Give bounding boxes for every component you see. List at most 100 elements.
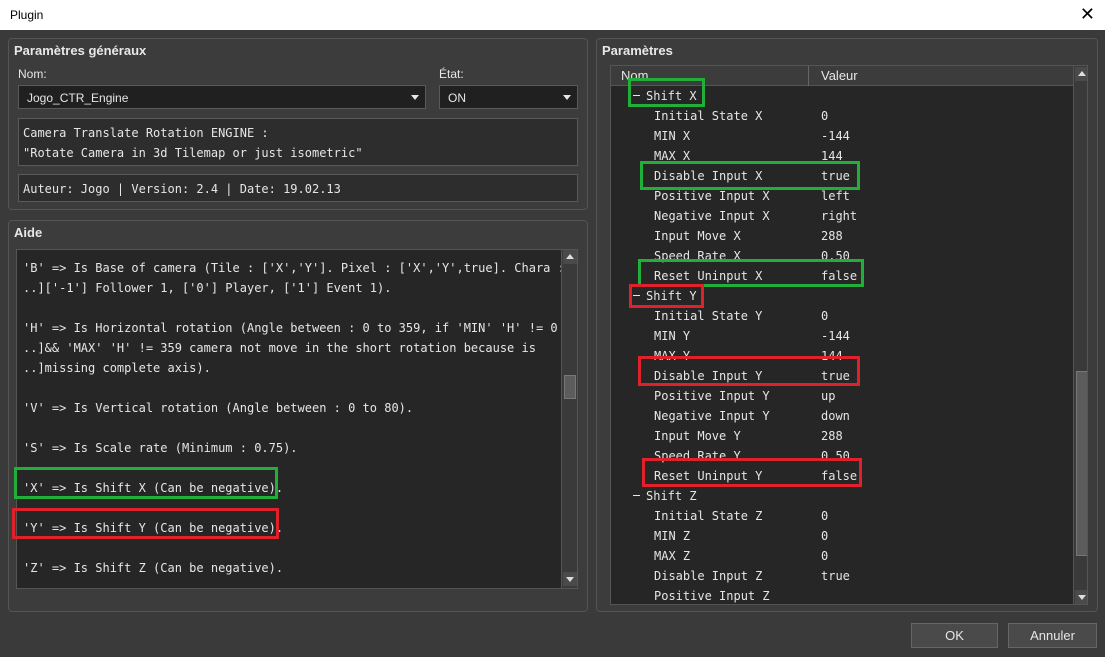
tree-param-row[interactable]: MIN Z 0 [611, 526, 1073, 546]
param-name: Speed Rate Y [654, 449, 741, 463]
tree-param-row[interactable]: Disable Input Y true [611, 366, 1073, 386]
tree-param-row[interactable]: Initial State Y 0 [611, 306, 1073, 326]
plugin-name-select[interactable]: Jogo_CTR_Engine [18, 85, 426, 109]
param-name: Initial State X [654, 109, 763, 123]
param-value: down [821, 409, 850, 423]
param-name: Reset Uninput X [654, 269, 763, 283]
tree-param-row[interactable]: MAX Z 0 [611, 546, 1073, 566]
plugin-state-value: ON [448, 91, 466, 105]
tree-param-row[interactable]: Negative Input X right [611, 206, 1073, 226]
help-line: ..]['-1'] Follower 1, ['0'] Player, ['1'… [23, 281, 392, 295]
parameters-title: Paramètres [602, 43, 673, 58]
param-name: Initial State Y [654, 309, 763, 323]
help-line: 'S' => Is Scale rate (Minimum : 0.75). [23, 441, 298, 455]
tree-param-row[interactable]: Input Move X 288 [611, 226, 1073, 246]
param-name: MAX X [654, 149, 691, 163]
param-value: true [821, 169, 850, 183]
tree-param-row[interactable]: Initial State X 0 [611, 106, 1073, 126]
collapse-icon[interactable] [633, 492, 640, 499]
tree-group-row[interactable]: Shift Z [611, 486, 1073, 506]
param-name: Shift Y [646, 289, 697, 303]
tree-param-row[interactable]: MIN Y -144 [611, 326, 1073, 346]
help-horizontal-scrollbar[interactable] [17, 588, 577, 589]
scroll-down-button[interactable] [1075, 590, 1087, 604]
param-value: 0 [821, 509, 829, 523]
plugin-name-value: Jogo_CTR_Engine [27, 91, 129, 105]
collapse-icon[interactable] [633, 92, 640, 99]
param-value: -144 [821, 129, 850, 143]
help-line [23, 498, 558, 518]
scroll-up-button[interactable] [563, 250, 577, 264]
close-icon[interactable]: ✕ [1080, 4, 1095, 24]
tree-param-row[interactable]: Positive Input Z [611, 586, 1073, 604]
collapse-icon[interactable] [633, 292, 640, 299]
tree-param-row[interactable]: Reset Uninput X false [611, 266, 1073, 286]
tree-param-row[interactable]: MAX Y 144 [611, 346, 1073, 366]
parameters-vertical-scrollbar[interactable] [1073, 66, 1087, 604]
state-label: État: [439, 67, 464, 81]
tree-param-row[interactable]: Reset Uninput Y false [611, 466, 1073, 486]
column-header-name[interactable]: Nom [621, 68, 648, 83]
name-label: Nom: [18, 67, 47, 81]
chevron-down-icon [411, 95, 419, 100]
param-value: 288 [821, 229, 843, 243]
tree-param-row[interactable]: Disable Input X true [611, 166, 1073, 186]
tree-param-row[interactable]: MIN X -144 [611, 126, 1073, 146]
help-line [23, 378, 558, 398]
param-name: Input Move Y [654, 429, 741, 443]
tree-param-row[interactable]: Speed Rate Y 0.50 [611, 446, 1073, 466]
column-separator[interactable] [808, 66, 809, 86]
plugin-author-info: Auteur: Jogo | Version: 2.4 | Date: 19.0… [18, 174, 578, 202]
param-value: false [821, 269, 858, 283]
param-name: Shift Z [646, 489, 697, 503]
help-title: Aide [14, 225, 43, 240]
tree-group-row[interactable]: Shift Y [611, 286, 1073, 306]
column-header-value[interactable]: Valeur [821, 68, 858, 83]
param-value: 0.50 [821, 249, 850, 263]
param-value: true [821, 569, 850, 583]
tree-param-row[interactable]: Speed Rate X 0.50 [611, 246, 1073, 266]
param-name: Disable Input Z [654, 569, 763, 583]
help-line: 'H' => Is Horizontal rotation (Angle bet… [23, 321, 578, 335]
help-line: 'Z' => Is Shift Z (Can be negative). [23, 561, 284, 575]
cancel-button[interactable]: Annuler [1008, 623, 1097, 648]
param-name: MAX Z [654, 549, 691, 563]
help-vertical-scrollbar[interactable] [561, 250, 577, 588]
param-name: Disable Input X [654, 169, 763, 183]
parameters-tree[interactable]: Nom Valeur Shift X Initial State X 0 MIN X -… [610, 65, 1088, 605]
tree-param-row[interactable]: Positive Input X left [611, 186, 1073, 206]
description-line-1: Camera Translate Rotation ENGINE : [23, 126, 269, 140]
scroll-up-button[interactable] [1075, 67, 1087, 81]
param-value: 144 [821, 149, 843, 163]
help-line [23, 418, 558, 438]
help-line: 'X' => Is Shift X (Can be negative). [23, 481, 284, 495]
scroll-down-button[interactable] [563, 572, 577, 586]
tree-param-row[interactable]: Negative Input Y down [611, 406, 1073, 426]
plugin-description[interactable]: Camera Translate Rotation ENGINE : "Rotat… [18, 118, 578, 166]
scroll-thumb[interactable] [564, 375, 576, 399]
tree-param-row[interactable]: Initial State Z 0 [611, 506, 1073, 526]
help-text: 'B' => Is Base of camera (Tile : ['X','Y… [23, 258, 578, 578]
tree-param-row[interactable]: Disable Input Z true [611, 566, 1073, 586]
param-value: 0 [821, 549, 829, 563]
tree-param-row[interactable]: MAX X 144 [611, 146, 1073, 166]
title-bar: Plugin ✕ [0, 0, 1105, 30]
tree-param-row[interactable]: Positive Input Y up [611, 386, 1073, 406]
tree-param-row[interactable]: Input Move Y 288 [611, 426, 1073, 446]
param-name: MIN X [654, 129, 691, 143]
help-line [23, 458, 558, 478]
author-text: Auteur: Jogo | Version: 2.4 | Date: 19.0… [23, 182, 341, 196]
param-value: 0.50 [821, 449, 850, 463]
param-name: MIN Y [654, 329, 691, 343]
help-line: 'B' => Is Base of camera (Tile : ['X','Y… [23, 261, 578, 275]
help-text-area[interactable]: 'B' => Is Base of camera (Tile : ['X','Y… [16, 249, 578, 589]
param-value: 144 [821, 349, 843, 363]
scroll-thumb[interactable] [1076, 371, 1087, 556]
param-name: Negative Input X [654, 209, 770, 223]
ok-button[interactable]: OK [911, 623, 998, 648]
param-value: 0 [821, 309, 829, 323]
param-name: MIN Z [654, 529, 691, 543]
tree-group-row[interactable]: Shift X [611, 86, 1073, 106]
help-line: 'V' => Is Vertical rotation (Angle betwe… [23, 401, 414, 415]
plugin-state-select[interactable]: ON [439, 85, 578, 109]
